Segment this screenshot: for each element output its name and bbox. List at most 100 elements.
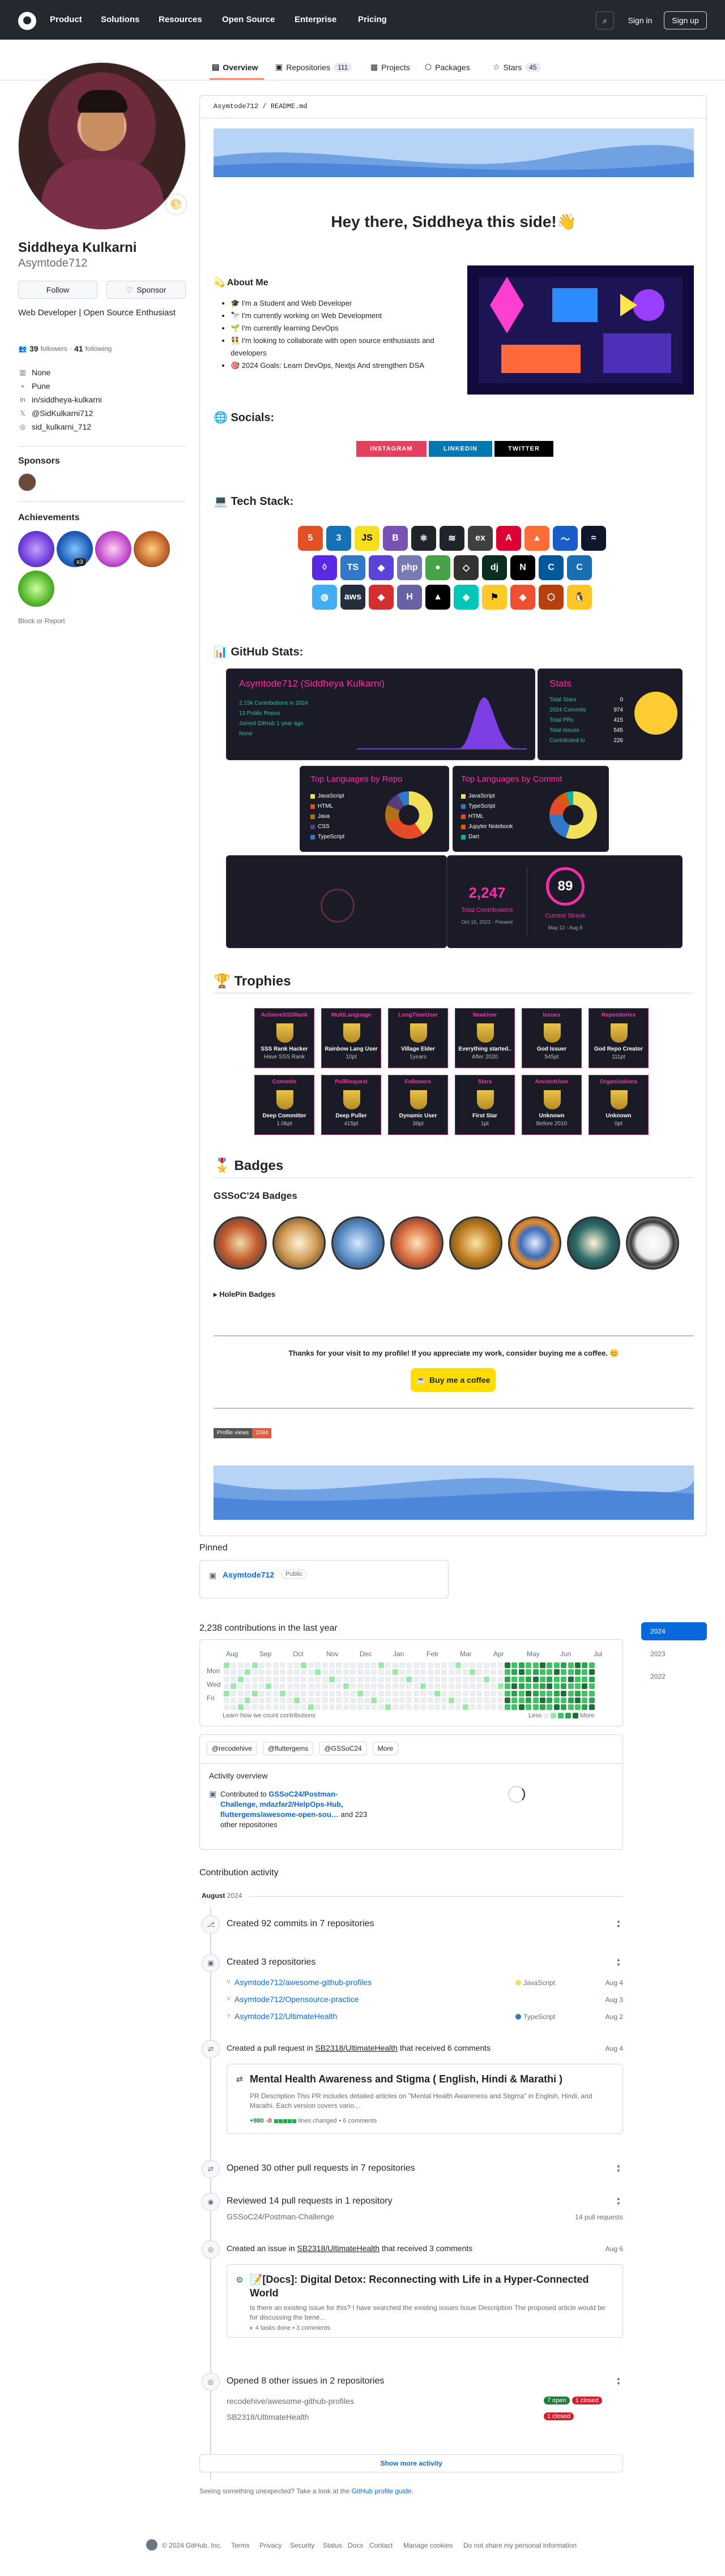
contribution-day[interactable] <box>540 1698 545 1703</box>
contribution-day[interactable] <box>526 1669 532 1675</box>
contribution-day[interactable] <box>266 1704 272 1711</box>
contribution-day[interactable] <box>413 1662 419 1668</box>
contribution-day[interactable] <box>308 1683 314 1690</box>
sign-up-button[interactable]: Sign up <box>664 11 707 29</box>
tab-repositories[interactable]: ▣ Repositories 111 <box>275 62 352 72</box>
achievement-pair-extraordinaire-icon[interactable] <box>134 531 170 567</box>
footer-security[interactable]: Security <box>290 2541 314 2549</box>
contribution-day[interactable] <box>343 1690 349 1696</box>
contribution-day[interactable] <box>575 1698 581 1703</box>
contribution-day[interactable] <box>434 1669 440 1675</box>
contribution-day[interactable] <box>280 1704 286 1711</box>
contribution-day[interactable] <box>476 1669 483 1675</box>
search-icon[interactable]: ⌕ <box>596 11 614 29</box>
contribution-day[interactable] <box>553 1698 560 1703</box>
buy-me-coffee-button[interactable]: ☕ Buy me a coffee <box>411 1368 496 1392</box>
contribution-day[interactable] <box>540 1704 545 1711</box>
instagram-link[interactable]: sid_kulkarni_712 <box>32 422 91 431</box>
contribution-day[interactable] <box>483 1676 489 1682</box>
issue-repo-link[interactable]: SB2318/UltimateHealth <box>297 2244 380 2253</box>
contribution-day[interactable] <box>420 1683 427 1690</box>
footer-terms[interactable]: Terms <box>231 2541 250 2549</box>
contribution-day[interactable] <box>462 1698 468 1703</box>
contribution-day[interactable] <box>462 1676 468 1682</box>
contribution-day[interactable] <box>280 1669 286 1675</box>
contribution-day[interactable] <box>392 1662 398 1668</box>
contribution-day[interactable] <box>259 1676 265 1682</box>
contribution-day[interactable] <box>511 1683 518 1690</box>
contribution-day[interactable] <box>336 1676 342 1682</box>
contribution-day[interactable] <box>476 1676 483 1682</box>
contribution-day[interactable] <box>392 1704 398 1711</box>
contribution-day[interactable] <box>280 1698 286 1703</box>
contribution-day[interactable] <box>413 1698 419 1703</box>
org-gssoc24-button[interactable]: @GSSoC24 <box>319 1742 367 1755</box>
contribution-day[interactable] <box>245 1669 251 1675</box>
contribution-day[interactable] <box>511 1704 518 1711</box>
contribution-day[interactable] <box>308 1676 314 1682</box>
contribution-day[interactable] <box>357 1698 363 1703</box>
linkedin-row[interactable]: in in/siddheya-kulkarni <box>18 395 101 404</box>
contribution-day[interactable] <box>448 1676 454 1682</box>
contribution-day[interactable] <box>588 1662 595 1668</box>
tab-packages[interactable]: ⬡ Packages <box>425 62 470 72</box>
contribution-day[interactable] <box>491 1683 497 1690</box>
contribution-day[interactable] <box>357 1704 363 1711</box>
contribution-day[interactable] <box>301 1662 307 1668</box>
contribution-day[interactable] <box>588 1704 595 1711</box>
contribution-day[interactable] <box>364 1676 370 1682</box>
contribution-day[interactable] <box>364 1683 370 1690</box>
contribution-day[interactable] <box>540 1662 545 1668</box>
contribution-day[interactable] <box>568 1676 574 1682</box>
github-footer-logo-icon[interactable] <box>146 2539 157 2551</box>
contribution-day[interactable] <box>385 1669 391 1675</box>
twitter-badge[interactable]: TWITTER <box>494 441 553 457</box>
contribution-day[interactable] <box>245 1676 251 1682</box>
contribution-day[interactable] <box>434 1683 440 1690</box>
contribution-day[interactable] <box>266 1662 272 1668</box>
contribution-day[interactable] <box>364 1698 370 1703</box>
contribution-day[interactable] <box>350 1698 356 1703</box>
contribution-day[interactable] <box>343 1704 349 1711</box>
contribution-day[interactable] <box>245 1698 251 1703</box>
contribution-day[interactable] <box>350 1690 356 1696</box>
contribution-day[interactable] <box>568 1704 574 1711</box>
contribution-day[interactable] <box>427 1669 433 1675</box>
contribution-day[interactable] <box>336 1662 342 1668</box>
gssoc-badge[interactable] <box>567 1216 620 1270</box>
contribution-day[interactable] <box>518 1690 524 1696</box>
contribution-day[interactable] <box>505 1683 510 1690</box>
contribution-day[interactable] <box>413 1690 419 1696</box>
contribution-day[interactable] <box>371 1662 377 1668</box>
contribution-day[interactable] <box>491 1669 497 1675</box>
contribution-day[interactable] <box>476 1662 483 1668</box>
contribution-day[interactable] <box>582 1683 588 1690</box>
show-more-activity-button[interactable]: Show more activity <box>199 2454 623 2472</box>
sponsor-avatar[interactable] <box>18 473 36 491</box>
holopin-toggle[interactable]: ▸ HolePin Badges <box>214 1290 275 1299</box>
contribution-day[interactable] <box>224 1669 229 1675</box>
contribution-day[interactable] <box>294 1704 300 1711</box>
contribution-day[interactable] <box>392 1669 398 1675</box>
contribution-day[interactable] <box>505 1676 510 1682</box>
contribution-day[interactable] <box>441 1704 447 1711</box>
tab-overview[interactable]: ▤ Overview <box>212 62 258 72</box>
contribution-day[interactable] <box>378 1683 384 1690</box>
footer-do-not-share[interactable]: Do not share my personal information <box>463 2541 577 2549</box>
contribution-day[interactable] <box>406 1669 412 1675</box>
contribution-day[interactable] <box>272 1669 279 1675</box>
contribution-day[interactable] <box>371 1683 377 1690</box>
contribution-day[interactable] <box>532 1690 539 1696</box>
contribution-day[interactable] <box>322 1662 328 1668</box>
contribution-day[interactable] <box>434 1690 440 1696</box>
contribution-day[interactable] <box>357 1690 363 1696</box>
contribution-day[interactable] <box>237 1669 244 1675</box>
contribution-day[interactable] <box>588 1683 595 1690</box>
contribution-day[interactable] <box>301 1669 307 1675</box>
contribution-day[interactable] <box>231 1683 237 1690</box>
contribution-day[interactable] <box>588 1669 595 1675</box>
contribution-day[interactable] <box>266 1698 272 1703</box>
contribution-day[interactable] <box>385 1704 391 1711</box>
contribution-day[interactable] <box>364 1690 370 1696</box>
contribution-day[interactable] <box>413 1704 419 1711</box>
